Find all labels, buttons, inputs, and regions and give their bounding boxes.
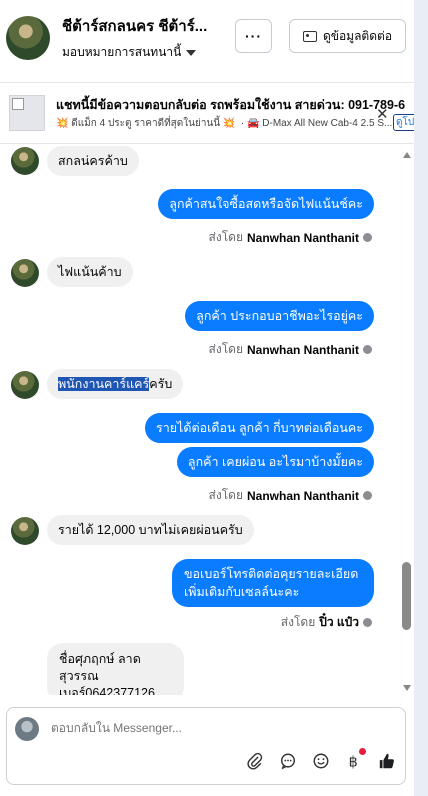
assign-dropdown[interactable]: มอบหมายการสนทนานี้ (62, 43, 212, 62)
ad-title: แชทนี้มีข้อความตอบกลับต่อ รถพร้อมใช้งาน … (56, 98, 406, 112)
avatar (11, 371, 39, 399)
message-thread[interactable]: สกลน่ครค้าบ ลูกค้าสนใจซื้อสดหรือจัดไฟแน้… (0, 145, 414, 695)
info-icon[interactable] (363, 618, 372, 627)
avatar[interactable] (6, 16, 50, 60)
svg-text:฿: ฿ (349, 754, 358, 770)
composer-toolbar: ฿ (245, 748, 397, 771)
assign-label: มอบหมายการสนทนานี้ (62, 45, 182, 59)
outgoing-message[interactable]: ลูกค้า ประกอบอาชีพอะไรอยู่คะ (185, 301, 374, 331)
chat-bubble-icon[interactable] (278, 751, 298, 771)
outgoing-message[interactable]: ลูกค้าสนใจซื้อสดหรือจัดไฟแน้นช์คะ (158, 189, 374, 219)
scroll-down-arrow-icon[interactable] (403, 685, 411, 691)
sparkle-icon: 💥 (222, 118, 236, 129)
ad-banner[interactable]: แชทนี้มีข้อความตอบกลับต่อ รถพร้อมใช้งาน … (0, 82, 414, 144)
sender-name: ปิ๋ว แป๋ว (319, 615, 359, 629)
view-contact-label: ดูข้อมูลติดต่อ (322, 28, 393, 43)
incoming-message[interactable]: ชื่อศุภฤกษ์ ลาดสุวรรณ เบอร์0642377126 ทำ… (47, 643, 184, 695)
outgoing-message[interactable]: ขอเบอร์โทรติดต่อคุยรายละเอียดเพิ่มเติมกั… (172, 559, 374, 607)
baht-icon[interactable]: ฿ (344, 748, 366, 771)
car-icon: 🚘 (247, 118, 260, 129)
sender-name: Nanwhan Nanthanit (246, 342, 359, 357)
scrollbar[interactable] (400, 150, 414, 695)
sender-name: Nanwhan Nanthanit (246, 230, 359, 245)
ad-subtitle-right: D-Max All New Cab-4 2.5 S... (262, 118, 393, 129)
outgoing-message[interactable]: รายได้ต่อเดือน ลูกค้า กี่บาทต่อเดือนคะ (145, 413, 374, 443)
scroll-up-arrow-icon[interactable] (403, 152, 411, 158)
sender-name: Nanwhan Nanthanit (246, 488, 359, 503)
thumbs-up-icon[interactable] (377, 751, 397, 771)
emoji-icon[interactable] (311, 751, 331, 771)
avatar (11, 147, 39, 175)
outgoing-message[interactable]: ลูกค้า เคยผ่อน อะไรมาบ้างมั้ยคะ (176, 447, 374, 477)
attach-icon[interactable] (245, 751, 265, 771)
sent-by-label: ส่งโดย Nanwhan Nanthanit (209, 228, 372, 247)
sent-by-label: ส่งโดย ปิ๋ว แป๋ว (281, 613, 372, 632)
more-options-button[interactable]: ··· (235, 19, 272, 53)
chevron-down-icon (186, 49, 197, 56)
scrollbar-thumb[interactable] (402, 562, 411, 630)
contact-info: ชีต้าร์สกลนคร ชีต้าร์... มอบหมายการสนทนา… (62, 14, 212, 62)
contact-name[interactable]: ชีต้าร์สกลนคร ชีต้าร์... (62, 14, 212, 38)
reply-composer: ฿ (6, 707, 406, 785)
ad-subtitle: 💥 ดีแม็ก 4 ประตู ราคาดีที่สุดในย่านนี้ 💥… (56, 118, 393, 129)
selected-text: พนักงานคาร์แคร์ (58, 377, 150, 391)
avatar (11, 517, 39, 545)
sparkle-icon: 💥 (56, 118, 69, 129)
info-icon[interactable] (363, 491, 372, 500)
reply-input[interactable] (51, 721, 351, 735)
sent-by-label: ส่งโดย Nanwhan Nanthanit (209, 486, 372, 505)
close-icon[interactable]: ✕ (376, 105, 389, 123)
notification-dot (359, 748, 366, 755)
ad-thumbnail-image (9, 95, 45, 131)
view-contact-button[interactable]: ดูข้อมูลติดต่อ (289, 19, 406, 53)
info-icon[interactable] (363, 233, 372, 242)
contact-card-icon (302, 30, 317, 42)
sent-by-label: ส่งโดย Nanwhan Nanthanit (209, 340, 372, 359)
incoming-message[interactable]: ไฟแน้นค้าบ (47, 257, 133, 287)
messenger-inbox-panel: ชีต้าร์สกลนคร ชีต้าร์... มอบหมายการสนทนา… (0, 0, 428, 796)
incoming-message[interactable]: พนักงานคาร์แคร์ครับ (47, 369, 184, 399)
incoming-message[interactable]: รายได้ 12,000 บาทไม่เคยผ่อนครับ (47, 515, 254, 545)
avatar (11, 259, 39, 287)
info-icon[interactable] (363, 345, 372, 354)
ad-view-button[interactable]: ดูโป (393, 114, 414, 131)
avatar (15, 717, 39, 741)
ad-subtitle-left: ดีแม็ก 4 ประตู ราคาดีที่สุดในย่านนี้ (71, 118, 221, 129)
incoming-message[interactable]: สกลน่ครค้าบ (47, 146, 139, 176)
right-edge-strip (414, 0, 428, 796)
